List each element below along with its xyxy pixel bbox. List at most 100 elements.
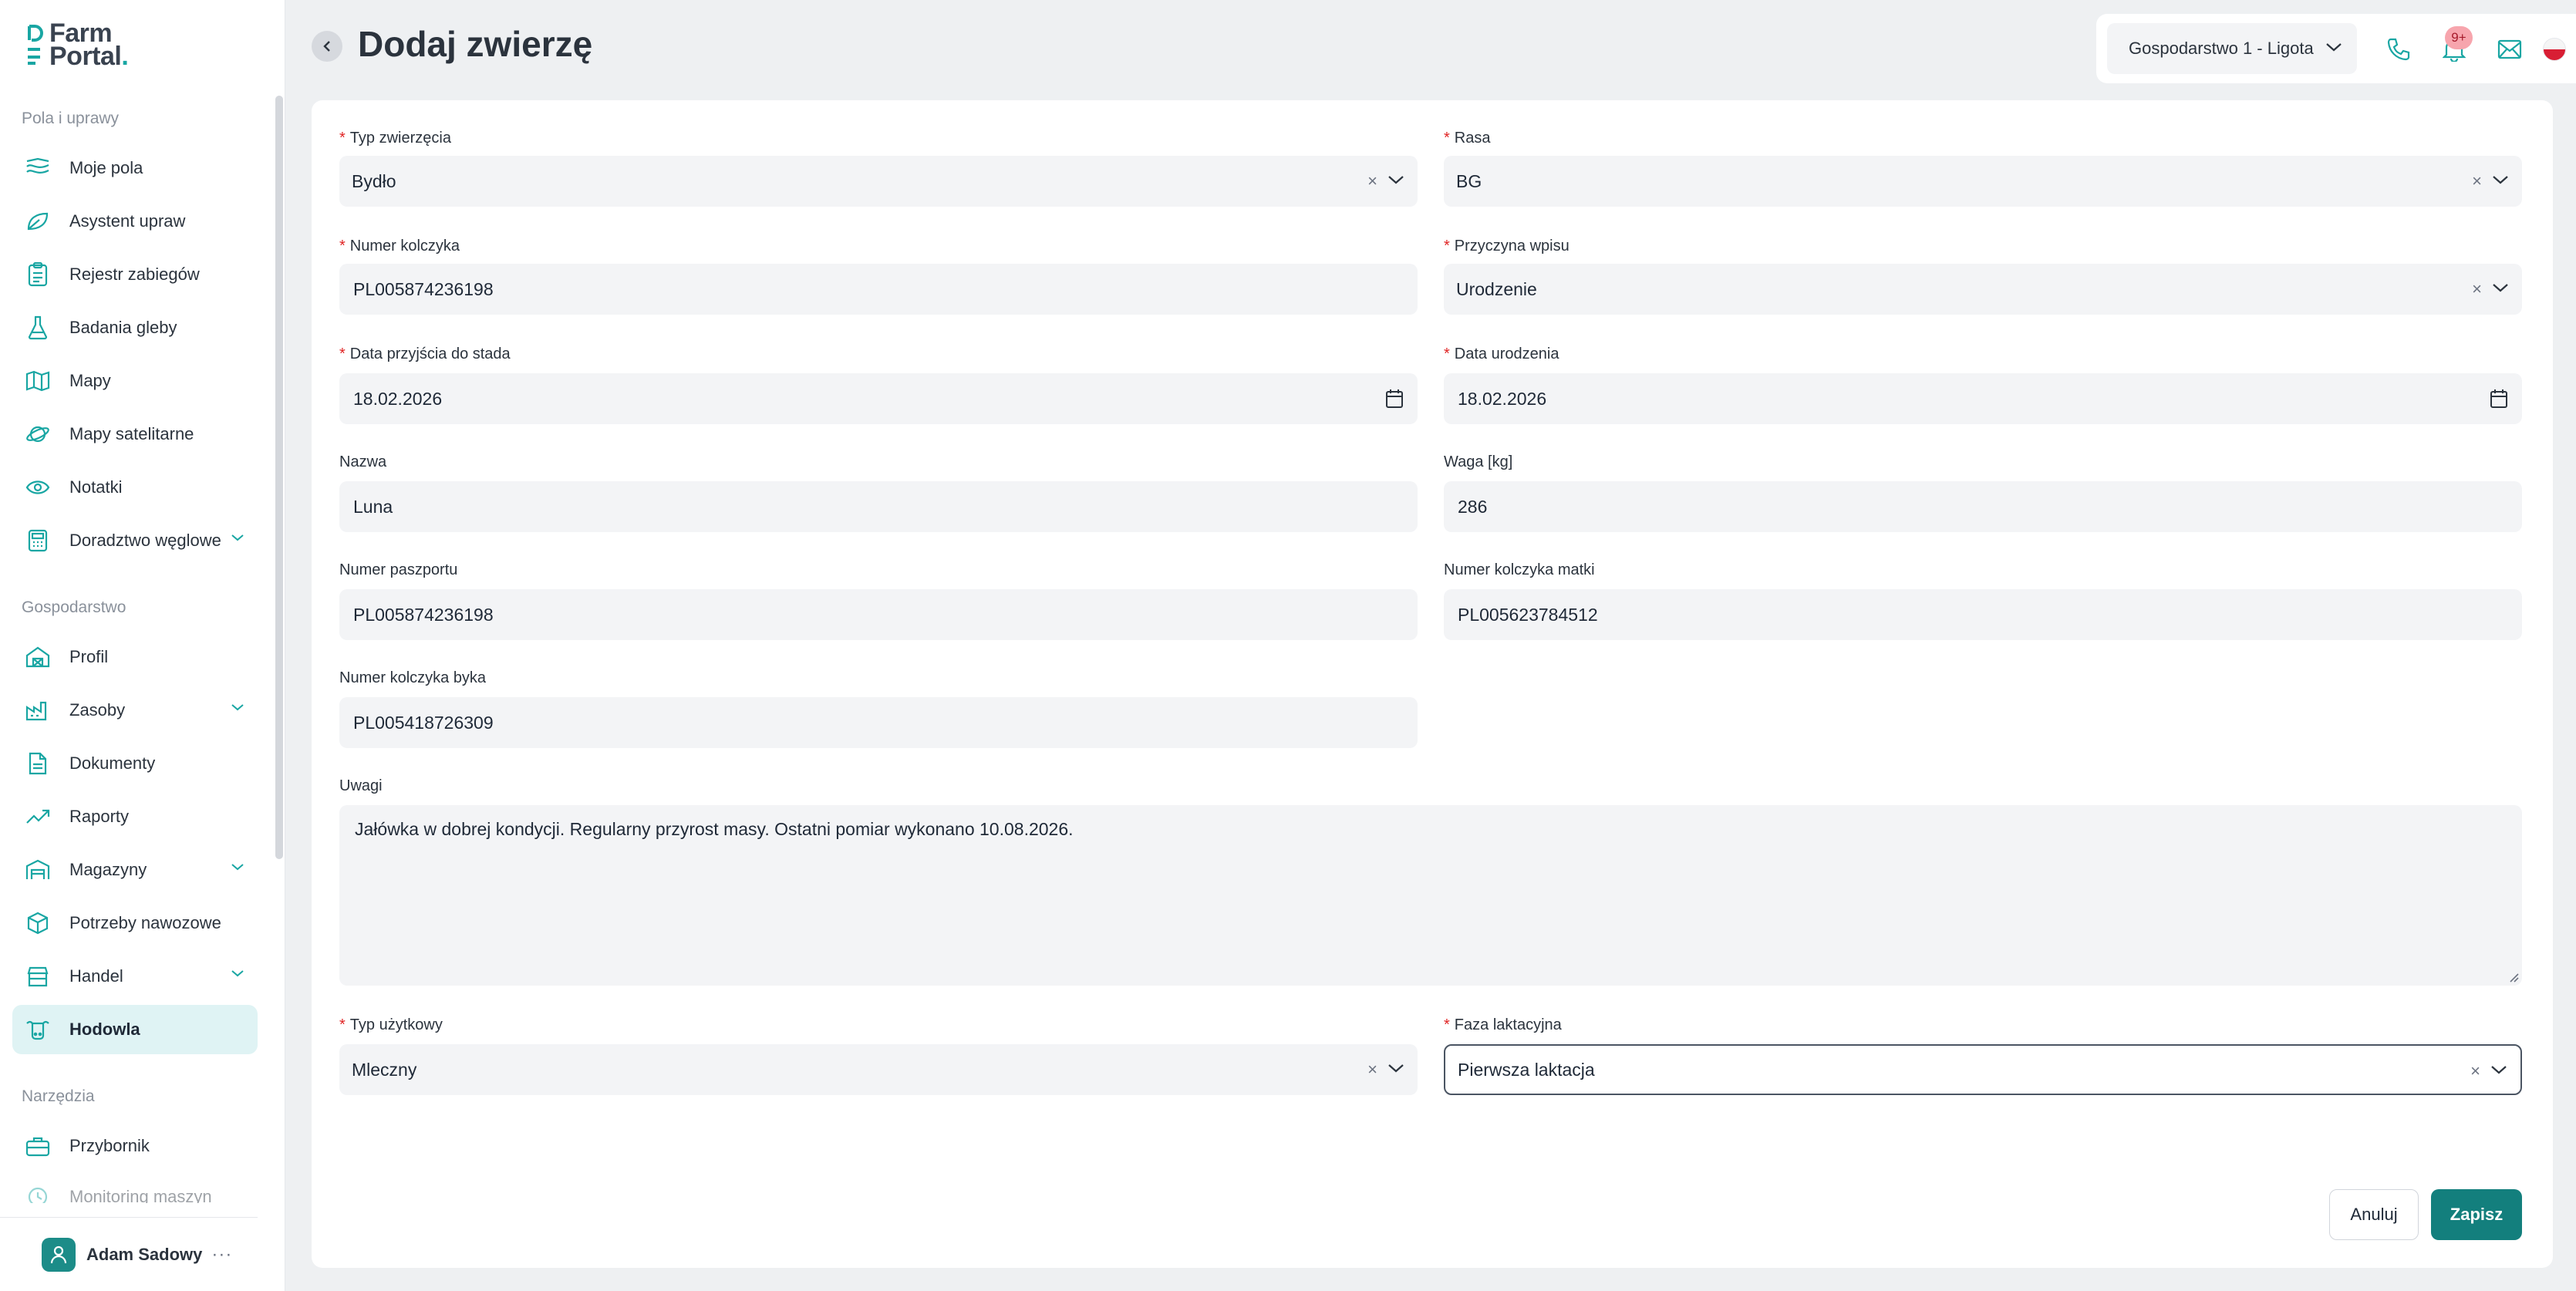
calendar-icon[interactable]	[2490, 389, 2508, 409]
clear-icon[interactable]: ×	[2472, 279, 2482, 299]
tag-number-label: * Numer kolczyka	[339, 238, 460, 255]
mother-tag-input[interactable]: PL005623784512	[1444, 589, 2522, 640]
sidebar-item-satellite-maps[interactable]: Mapy satelitarne	[12, 410, 258, 459]
chevron-down-icon	[231, 704, 244, 711]
sidebar-item-label: Profil	[69, 647, 109, 666]
logo-line-2: Portal.	[49, 43, 129, 69]
sidebar-item-reports[interactable]: Raporty	[12, 792, 258, 841]
calendar-icon[interactable]	[1385, 389, 1404, 409]
eye-icon	[25, 474, 51, 501]
clear-icon[interactable]: ×	[1367, 171, 1377, 191]
tag-number-label-text: Numer kolczyka	[349, 238, 460, 254]
sidebar-item-label: Handel	[69, 966, 123, 986]
chevron-down-icon	[2326, 43, 2342, 52]
sidebar-item-maps[interactable]: Mapy	[12, 356, 258, 406]
barn-icon	[25, 644, 51, 670]
passport-value: PL005874236198	[353, 604, 494, 625]
name-input[interactable]: Luna	[339, 481, 1418, 532]
usage-type-value: Mleczny	[352, 1059, 417, 1080]
messages-button[interactable]	[2494, 34, 2525, 65]
resize-handle-icon[interactable]	[2507, 970, 2519, 983]
passport-input[interactable]: PL005874236198	[339, 589, 1418, 640]
breed-label-text: Rasa	[1454, 130, 1491, 147]
toolbox-icon	[25, 1133, 51, 1159]
bull-tag-input[interactable]: PL005418726309	[339, 697, 1418, 748]
breed-select[interactable]: BG ×	[1444, 156, 2522, 207]
sidebar-item-carbon-advisory[interactable]: Doradztwo węglowe	[12, 516, 258, 565]
mail-icon	[2497, 39, 2522, 59]
leaf-icon	[25, 208, 51, 234]
animal-type-value: Bydło	[352, 170, 396, 191]
app-logo[interactable]: Farm Portal.	[26, 20, 129, 69]
usage-type-select[interactable]: Mleczny ×	[339, 1044, 1418, 1095]
mother-tag-label: Numer kolczyka matki	[1444, 561, 1595, 578]
sidebar-item-crop-assistant[interactable]: Asystent upraw	[12, 197, 258, 246]
sidebar-item-fertilizer-needs[interactable]: Potrzeby nawozowe	[12, 898, 258, 948]
sidebar: Farm Portal. Pola i uprawy Moje pola Asy…	[0, 0, 285, 1291]
required-mark: *	[1444, 1016, 1450, 1033]
document-icon	[25, 750, 51, 777]
phone-icon	[2387, 38, 2410, 61]
user-profile-row[interactable]: Adam Sadowy ···	[0, 1217, 258, 1291]
entry-reason-select[interactable]: Urodzenie ×	[1444, 264, 2522, 315]
sidebar-item-machine-monitoring[interactable]: Monitoring maszyn	[12, 1172, 258, 1203]
header-toolbar: Gospodarstwo 1 - Ligota 9+	[2096, 14, 2576, 83]
sidebar-item-soil-tests[interactable]: Badania gleby	[12, 303, 258, 352]
section-farm: Gospodarstwo	[22, 598, 126, 616]
sidebar-item-warehouses[interactable]: Magazyny	[12, 845, 258, 895]
sidebar-item-label: Mapy	[69, 371, 111, 390]
notes-textarea[interactable]: Jałówka w dobrej kondycji. Regularny prz…	[339, 805, 2522, 986]
required-mark: *	[339, 1016, 346, 1033]
cow-icon	[25, 1016, 51, 1043]
name-value: Luna	[353, 496, 393, 517]
flask-icon	[25, 315, 51, 341]
clear-icon[interactable]: ×	[1367, 1060, 1377, 1080]
save-button[interactable]: Zapisz	[2431, 1189, 2522, 1240]
tag-number-input[interactable]: PL005874236198	[339, 264, 1418, 315]
back-button[interactable]	[312, 31, 342, 62]
sidebar-item-my-fields[interactable]: Moje pola	[12, 143, 258, 193]
more-options-icon[interactable]: ···	[211, 1244, 232, 1266]
avatar	[42, 1237, 76, 1272]
sidebar-item-label: Hodowla	[69, 1020, 140, 1039]
chevron-down-icon	[231, 970, 244, 977]
user-name: Adam Sadowy	[86, 1244, 203, 1264]
phone-button[interactable]	[2383, 34, 2414, 65]
entry-reason-value: Urodzenie	[1456, 278, 1537, 299]
required-mark: *	[1444, 238, 1450, 254]
sidebar-item-notes[interactable]: Notatki	[12, 463, 258, 512]
sidebar-item-toolbox[interactable]: Przybornik	[12, 1121, 258, 1171]
sidebar-item-label: Badania gleby	[69, 318, 177, 337]
breed-label: * Rasa	[1444, 130, 1491, 147]
breed-value: BG	[1456, 170, 1482, 191]
herd-date-input[interactable]: 18.02.2026	[339, 373, 1418, 424]
birth-date-input[interactable]: 18.02.2026	[1444, 373, 2522, 424]
clear-icon[interactable]: ×	[2470, 1061, 2480, 1081]
language-switcher[interactable]	[2539, 34, 2570, 65]
required-mark: *	[1444, 130, 1450, 147]
sidebar-item-label: Potrzeby nawozowe	[69, 913, 221, 932]
farm-selector[interactable]: Gospodarstwo 1 - Ligota	[2107, 23, 2357, 74]
clear-icon[interactable]: ×	[2472, 171, 2482, 191]
cancel-button[interactable]: Anuluj	[2329, 1189, 2419, 1240]
entry-reason-label: * Przyczyna wpisu	[1444, 238, 1570, 255]
sidebar-item-label: Mapy satelitarne	[69, 424, 194, 443]
lactation-select[interactable]: Pierwsza laktacja ×	[1444, 1044, 2522, 1095]
sidebar-item-label: Raporty	[69, 807, 130, 826]
add-animal-form: * Typ zwierzęcia Bydło × * Rasa BG × * Nume…	[312, 100, 2553, 1268]
sidebar-nav: Pola i uprawy Moje pola Asystent upraw R…	[0, 93, 285, 1203]
notes-value: Jałówka w dobrej kondycji. Regularny prz…	[355, 819, 1074, 839]
notifications-button[interactable]: 9+	[2439, 26, 2473, 65]
sidebar-item-trade[interactable]: Handel	[12, 952, 258, 1001]
animal-type-select[interactable]: Bydło ×	[339, 156, 1418, 207]
sidebar-item-profile[interactable]: Profil	[12, 632, 258, 682]
sidebar-scrollbar[interactable]	[275, 96, 283, 859]
sidebar-item-label: Zasoby	[69, 700, 126, 720]
sidebar-item-treatment-register[interactable]: Rejestr zabiegów	[12, 250, 258, 299]
lactation-label: * Faza laktacyjna	[1444, 1016, 1562, 1034]
sidebar-item-documents[interactable]: Dokumenty	[12, 739, 258, 788]
weight-input[interactable]: 286	[1444, 481, 2522, 532]
sidebar-item-resources[interactable]: Zasoby	[12, 686, 258, 735]
chevron-down-icon	[231, 534, 244, 541]
sidebar-item-breeding[interactable]: Hodowla	[12, 1005, 258, 1054]
